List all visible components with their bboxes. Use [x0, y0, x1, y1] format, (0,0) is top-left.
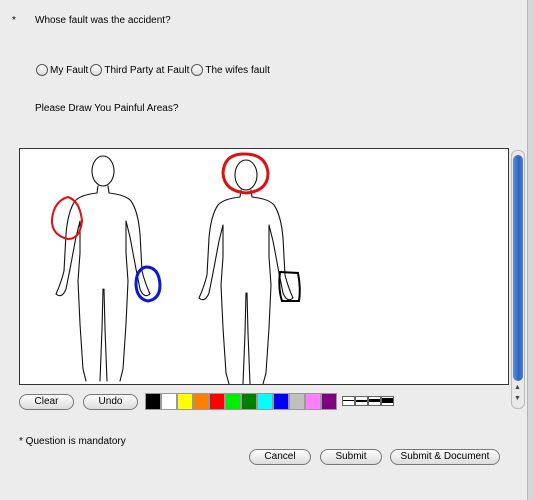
color-swatch[interactable] [273, 393, 289, 410]
question-draw-label: Please Draw You Painful Areas? [35, 103, 179, 114]
undo-button[interactable]: Undo [83, 394, 138, 410]
front-body-figure [55, 155, 151, 382]
radio-wifes-fault[interactable]: The wifes fault [191, 64, 270, 76]
radio-circle-icon[interactable] [90, 64, 103, 76]
color-swatch[interactable] [161, 393, 177, 410]
radio-label: The wifes fault [205, 64, 270, 76]
drawn-mark-black-hand [278, 270, 301, 302]
radio-label: Third Party at Fault [104, 64, 190, 76]
submit-button[interactable]: Submit [320, 449, 382, 465]
radio-my-fault[interactable]: My Fault [36, 64, 88, 76]
mandatory-marker: * [12, 15, 16, 26]
radio-label: My Fault [50, 64, 89, 76]
color-swatch[interactable] [209, 393, 225, 410]
clear-button[interactable]: Clear [19, 394, 74, 410]
mandatory-note: * Question is mandatory [19, 436, 126, 447]
color-swatch[interactable] [225, 393, 241, 410]
brush-size-1[interactable] [342, 396, 355, 406]
radio-circle-icon[interactable] [191, 64, 204, 76]
brush-size-3[interactable] [368, 396, 381, 406]
cancel-button[interactable]: Cancel [249, 449, 311, 465]
question-fault-label: Whose fault was the accident? [35, 15, 171, 26]
color-swatch[interactable] [289, 393, 305, 410]
submit-document-button[interactable]: Submit & Document [390, 449, 500, 465]
color-swatch[interactable] [145, 393, 161, 410]
color-swatch[interactable] [177, 393, 193, 410]
drawing-canvas[interactable] [19, 148, 509, 385]
color-swatch[interactable] [305, 393, 321, 410]
color-swatch[interactable] [193, 393, 209, 410]
color-swatch[interactable] [241, 393, 257, 410]
vertical-scrollbar[interactable]: ▲ ▼ [511, 150, 525, 409]
fault-radio-group: My Fault Third Party at Fault The wifes … [36, 64, 272, 76]
window-edge [527, 0, 534, 500]
drawn-mark-blue-hand [134, 265, 162, 303]
scroll-up-arrow-icon[interactable]: ▲ [514, 384, 521, 391]
color-swatch[interactable] [321, 393, 337, 410]
radio-circle-icon[interactable] [36, 64, 48, 76]
brush-size-2[interactable] [355, 396, 368, 406]
scrollbar-thumb[interactable] [513, 155, 523, 381]
brush-size-4[interactable] [381, 396, 394, 406]
radio-third-party[interactable]: Third Party at Fault [90, 64, 189, 76]
color-swatch[interactable] [257, 393, 273, 410]
body-diagram[interactable] [20, 149, 508, 384]
scroll-down-arrow-icon[interactable]: ▼ [514, 395, 521, 402]
